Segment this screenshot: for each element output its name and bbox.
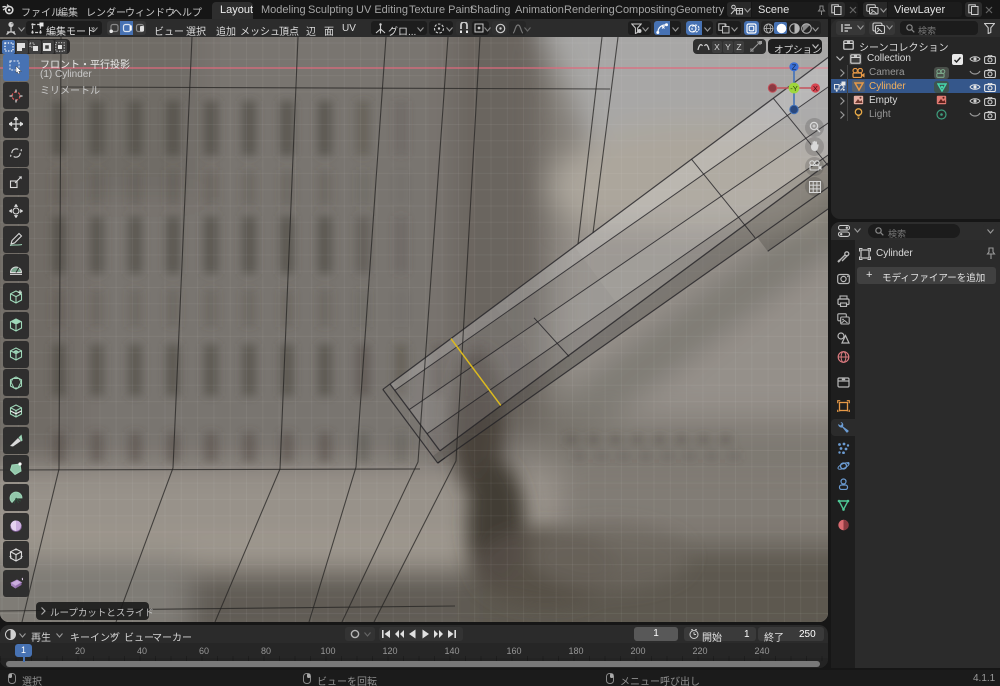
svg-text:Z: Z <box>792 63 797 72</box>
svg-text:X: X <box>813 84 818 93</box>
svg-text:-Y: -Y <box>790 84 798 93</box>
